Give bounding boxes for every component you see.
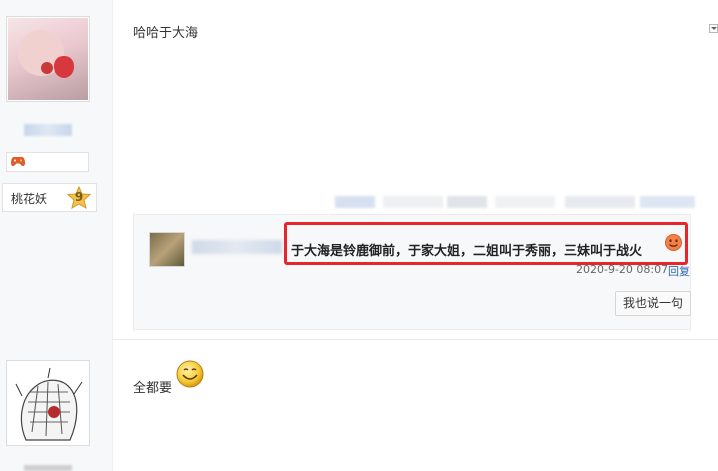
level-star-badge: 9 [67,186,91,210]
post1-tail-blurred [335,196,695,208]
comment-author-name-blurred[interactable] [192,240,282,254]
level-title: 桃花妖 [11,192,48,206]
post2-author-avatar[interactable] [6,360,90,446]
say-something-button[interactable]: 我也说一句 [615,291,691,316]
post2-author-name-blurred[interactable] [24,465,72,471]
sketch-character-avatar-icon [15,367,83,441]
level-number: 9 [74,190,84,204]
post1-author-name-blurred[interactable] [24,124,72,136]
smile-face-icon [176,360,204,388]
gamepad-icon [11,157,25,167]
comment-timestamp: 2020-9-20 08:07 [576,263,669,276]
highlight-annotation [284,222,688,265]
comment-reply-link[interactable]: 回复 [668,263,690,279]
post-divider [112,339,718,340]
comment-thread: 于大海是铃鹿御前，于家大姐，二姐叫于秀丽，三妹叫于战火 2020-9-20 08… [133,214,691,330]
post2-text: 全都要 [133,381,173,396]
post1-text: 哈哈于大海 [133,26,199,41]
post-menu-dropdown-icon[interactable] [709,24,718,33]
level-badge-box[interactable]: 桃花妖 9 [2,183,97,212]
post1-author-avatar[interactable] [6,16,90,102]
column-divider [112,0,113,471]
game-badge[interactable] [6,152,89,172]
comment-author-avatar[interactable] [149,232,185,267]
